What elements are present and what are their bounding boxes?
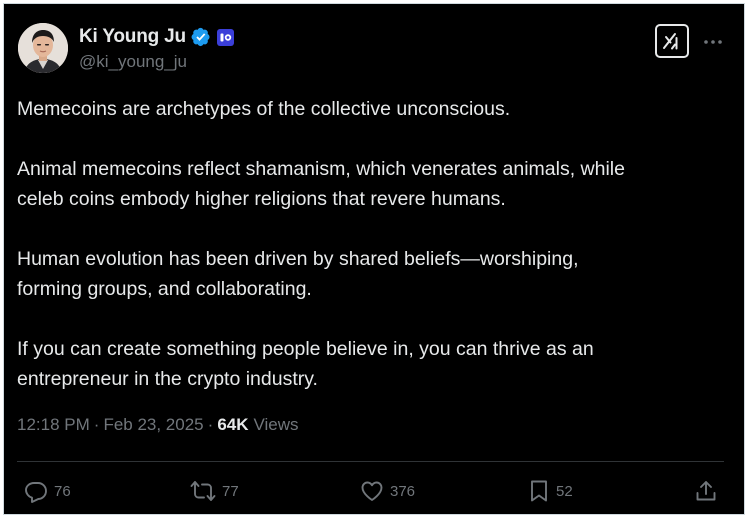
tweet-metadata: 12:18 PM · Feb 23, 2025 · 64K Views [17,415,299,435]
more-horizontal-icon [704,40,722,44]
reply-button[interactable]: 76 [24,474,71,508]
bookmark-button[interactable]: 52 [528,474,573,508]
grok-icon [663,33,678,50]
tweet-time[interactable]: 12:18 PM [17,415,90,435]
author-handle[interactable]: @ki_young_ju [79,52,187,72]
like-button[interactable]: 376 [360,474,415,508]
reply-count: 76 [54,482,71,500]
avatar-image [18,23,68,73]
tweet-line: Memecoins are archetypes of the collecti… [17,98,511,120]
tweet-line: Animal memecoins reflect shamanism, whic… [17,158,625,180]
tweet-paragraph: If you can create something people belie… [17,334,717,394]
views-count[interactable]: 64K [217,415,248,435]
grok-button[interactable] [655,24,689,58]
tweet-text: Memecoins are archetypes of the collecti… [17,94,717,424]
tweet-line: forming groups, and collaborating. [17,278,312,300]
tweet-paragraph: Animal memecoins reflect shamanism, whic… [17,154,717,214]
retweet-count: 77 [222,482,239,500]
heart-icon [361,481,383,501]
retweet-icon [190,481,216,501]
tweet-line: If you can create something people belie… [17,338,594,360]
more-options-button[interactable] [700,29,726,55]
like-count: 376 [390,482,416,500]
tweet-card: Ki Young Ju @ki_young_ju Memecoins are a… [3,3,745,515]
divider [17,461,724,462]
meta-separator: · [93,415,100,434]
tweet-line: entrepreneur in the crypto industry. [17,368,318,390]
bookmark-count: 52 [556,482,573,500]
reply-icon [25,482,47,503]
tweet-paragraph: Human evolution has been driven by share… [17,244,717,304]
bookmark-icon [531,480,547,502]
action-bar: 76 77 376 52 [4,474,746,508]
author-display-name[interactable]: Ki Young Ju [79,26,186,48]
share-icon [696,481,716,501]
tweet-line: celeb coins embody higher religions that… [17,188,506,210]
meta-separator: · [207,415,214,434]
tweet-paragraph: Memecoins are archetypes of the collecti… [17,94,717,124]
views-label[interactable]: Views [254,415,299,435]
cryptoquant-affiliate-icon[interactable] [216,28,234,46]
avatar[interactable] [18,23,68,73]
tweet-date[interactable]: Feb 23, 2025 [103,415,203,435]
share-button[interactable] [694,474,718,508]
verified-badge-icon[interactable] [191,27,211,47]
author-name-row: Ki Young Ju [79,25,234,49]
tweet-line: Human evolution has been driven by share… [17,248,579,270]
retweet-button[interactable]: 77 [190,474,239,508]
